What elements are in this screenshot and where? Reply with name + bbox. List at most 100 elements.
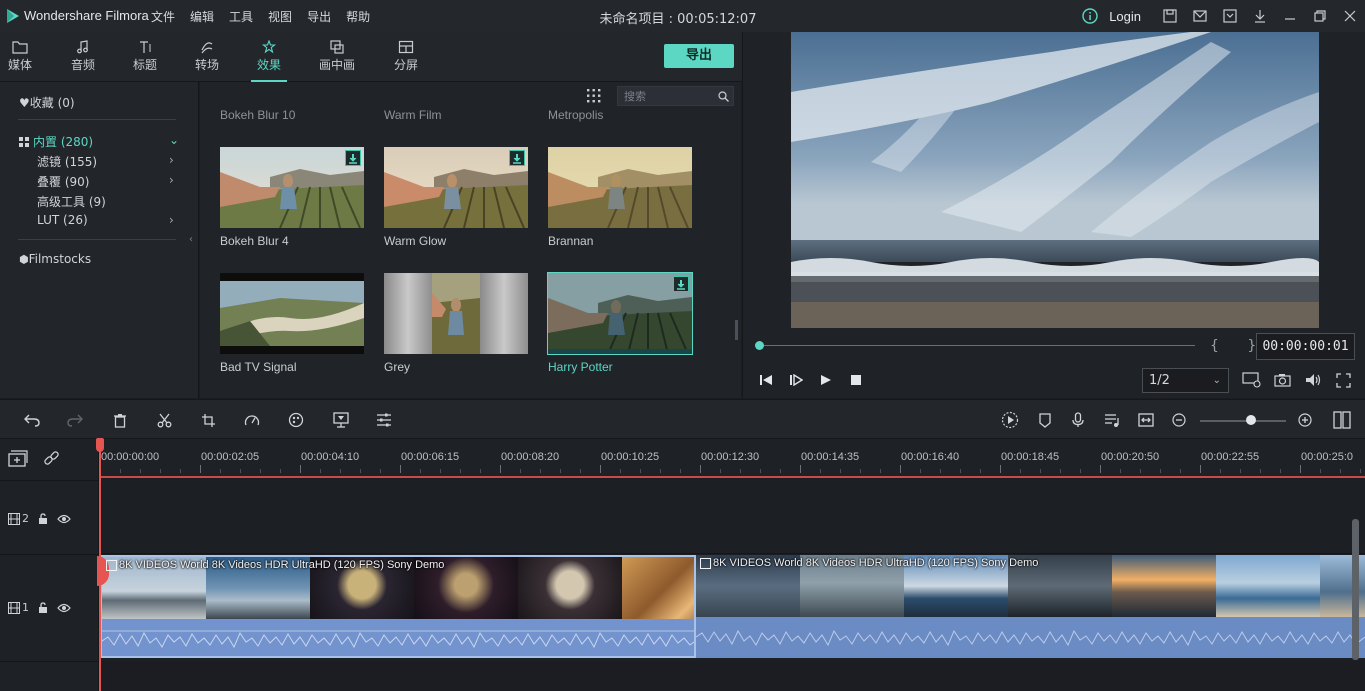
preview-scrubber-handle[interactable] xyxy=(755,341,764,350)
library-advanced-label: 高级工具 (9) xyxy=(37,195,106,209)
tab-transitions[interactable]: 转场 xyxy=(185,40,229,73)
ruler-minor-tick xyxy=(520,469,521,473)
tab-media[interactable]: 媒体 xyxy=(0,40,42,73)
zoom-out-icon[interactable] xyxy=(1169,410,1189,430)
eye-icon[interactable] xyxy=(57,603,71,613)
tab-effects-label: 效果 xyxy=(256,58,281,72)
prev-frame-icon[interactable] xyxy=(759,374,773,389)
microphone-icon[interactable] xyxy=(1068,410,1088,430)
effects-scrollbar[interactable] xyxy=(735,320,738,340)
play-icon[interactable] xyxy=(820,374,832,389)
preview-scrubber-track[interactable] xyxy=(759,345,1195,346)
info-icon[interactable] xyxy=(1075,0,1105,32)
ruler-major-tick xyxy=(200,465,201,473)
download-icon[interactable] xyxy=(673,276,689,292)
download-icon[interactable] xyxy=(1245,0,1275,32)
search-input[interactable] xyxy=(624,89,714,103)
zoom-in-icon[interactable] xyxy=(1295,410,1315,430)
speed-icon[interactable] xyxy=(242,410,262,430)
library-builtin[interactable]: 内置 (280) ⌄ xyxy=(19,133,179,150)
ruler-minor-tick xyxy=(960,469,961,473)
timeline-ruler[interactable]: 00:00:00:00 00:00:02:05 00:00:04:10 00:00:0… xyxy=(100,439,1365,478)
fit-timeline-icon[interactable] xyxy=(1136,410,1156,430)
restore-icon[interactable] xyxy=(1305,0,1335,32)
display-settings-icon[interactable] xyxy=(1242,372,1262,391)
crop-icon[interactable] xyxy=(198,410,218,430)
link-icon[interactable] xyxy=(43,450,60,470)
effect-label: Metropolis xyxy=(548,108,604,122)
minimize-icon[interactable] xyxy=(1275,0,1305,32)
download-icon[interactable] xyxy=(509,150,525,166)
play-slow-icon[interactable] xyxy=(789,373,804,389)
tab-effects[interactable]: 效果 xyxy=(247,40,291,82)
delete-icon[interactable] xyxy=(110,410,130,430)
mail-icon[interactable] xyxy=(1185,0,1215,32)
library-lut[interactable]: LUT (26) › xyxy=(37,213,179,227)
library-favorites-label: 收藏 (0) xyxy=(29,96,75,110)
effects-library-sidebar: ♥收藏 (0) 内置 (280) ⌄ 滤镜 (155) › 叠覆 (90) › … xyxy=(0,82,199,398)
ruler-minor-tick xyxy=(1120,469,1121,473)
search-icon[interactable] xyxy=(718,91,729,102)
video-track-icon xyxy=(8,512,20,525)
export-button[interactable]: 导出 xyxy=(664,44,734,68)
undo-icon[interactable] xyxy=(22,410,42,430)
volume-icon[interactable] xyxy=(1305,373,1322,390)
zoom-slider-track[interactable] xyxy=(1200,420,1286,422)
tab-split-screen[interactable]: 分屏 xyxy=(384,40,428,73)
video-track-1[interactable]: 8K VIDEOS World 8K Videos HDR UltraHD (1… xyxy=(100,555,1365,661)
voiceover-list-icon[interactable] xyxy=(1102,410,1122,430)
library-lut-label: LUT (26) xyxy=(37,213,88,227)
inbox-icon[interactable] xyxy=(1215,0,1245,32)
search-box[interactable] xyxy=(617,86,734,106)
library-overlays[interactable]: 叠覆 (90) › xyxy=(37,173,179,190)
library-filters[interactable]: 滤镜 (155) › xyxy=(37,153,179,170)
ruler-minor-tick xyxy=(1160,469,1161,473)
chevron-right-icon: › xyxy=(169,173,174,187)
clip-name: 8K VIDEOS World 8K Videos HDR UltraHD (1… xyxy=(713,557,1039,569)
tab-pip[interactable]: 画中画 xyxy=(315,40,359,73)
ruler-minor-tick xyxy=(1320,469,1321,473)
marker-icon[interactable] xyxy=(1035,410,1055,430)
library-advanced[interactable]: 高级工具 (9) xyxy=(37,193,106,210)
zoom-slider-handle[interactable] xyxy=(1246,415,1256,425)
timeline-clip[interactable]: 8K VIDEOS World 8K Videos HDR UltraHD (1… xyxy=(696,555,1365,658)
cut-icon[interactable] xyxy=(154,410,174,430)
timeline-vertical-scrollbar[interactable] xyxy=(1352,519,1359,660)
redo-icon[interactable] xyxy=(65,410,85,430)
library-favorites[interactable]: ♥收藏 (0) xyxy=(19,94,75,111)
collapse-panel-icon[interactable]: ‹ xyxy=(189,234,193,245)
video-track-2[interactable] xyxy=(100,480,1365,554)
tab-audio-label: 音频 xyxy=(70,58,95,72)
ruler-minor-tick xyxy=(1340,469,1341,473)
add-track-icon[interactable] xyxy=(8,450,28,470)
library-filmstocks[interactable]: ⬢Filmstocks xyxy=(19,252,91,266)
login-button[interactable]: Login xyxy=(1109,9,1141,24)
library-builtin-label: 内置 (280) xyxy=(33,135,94,149)
fullscreen-icon[interactable] xyxy=(1336,373,1351,391)
close-icon[interactable] xyxy=(1335,0,1365,32)
ruler-minor-tick xyxy=(480,469,481,473)
color-icon[interactable] xyxy=(286,410,306,430)
timeline-clip-selected[interactable]: 8K VIDEOS World 8K Videos HDR UltraHD (1… xyxy=(100,555,696,658)
grid-icon xyxy=(19,137,29,147)
lock-icon[interactable] xyxy=(38,601,48,614)
audio-mixer-icon[interactable] xyxy=(374,410,394,430)
download-icon[interactable] xyxy=(345,150,361,166)
render-preview-icon[interactable] xyxy=(1000,410,1020,430)
save-icon[interactable] xyxy=(1155,0,1185,32)
playhead-handle[interactable] xyxy=(96,438,104,452)
ruler-minor-tick xyxy=(1060,469,1061,473)
timeline-toolbar xyxy=(0,399,1365,439)
stop-icon[interactable] xyxy=(850,374,862,389)
tab-audio[interactable]: 音频 xyxy=(61,40,105,73)
ruler-minor-tick xyxy=(180,469,181,473)
eye-icon[interactable] xyxy=(57,514,71,524)
grid-view-icon[interactable] xyxy=(587,89,601,106)
green-screen-icon[interactable] xyxy=(331,410,351,430)
video-track-icon xyxy=(8,601,20,614)
playback-quality-dropdown[interactable]: 1/2 ⌄ xyxy=(1142,368,1229,393)
panel-layout-icon[interactable] xyxy=(1332,410,1352,430)
snapshot-icon[interactable] xyxy=(1274,373,1291,390)
lock-icon[interactable] xyxy=(38,512,48,525)
tab-titles[interactable]: 标题 xyxy=(123,40,167,73)
